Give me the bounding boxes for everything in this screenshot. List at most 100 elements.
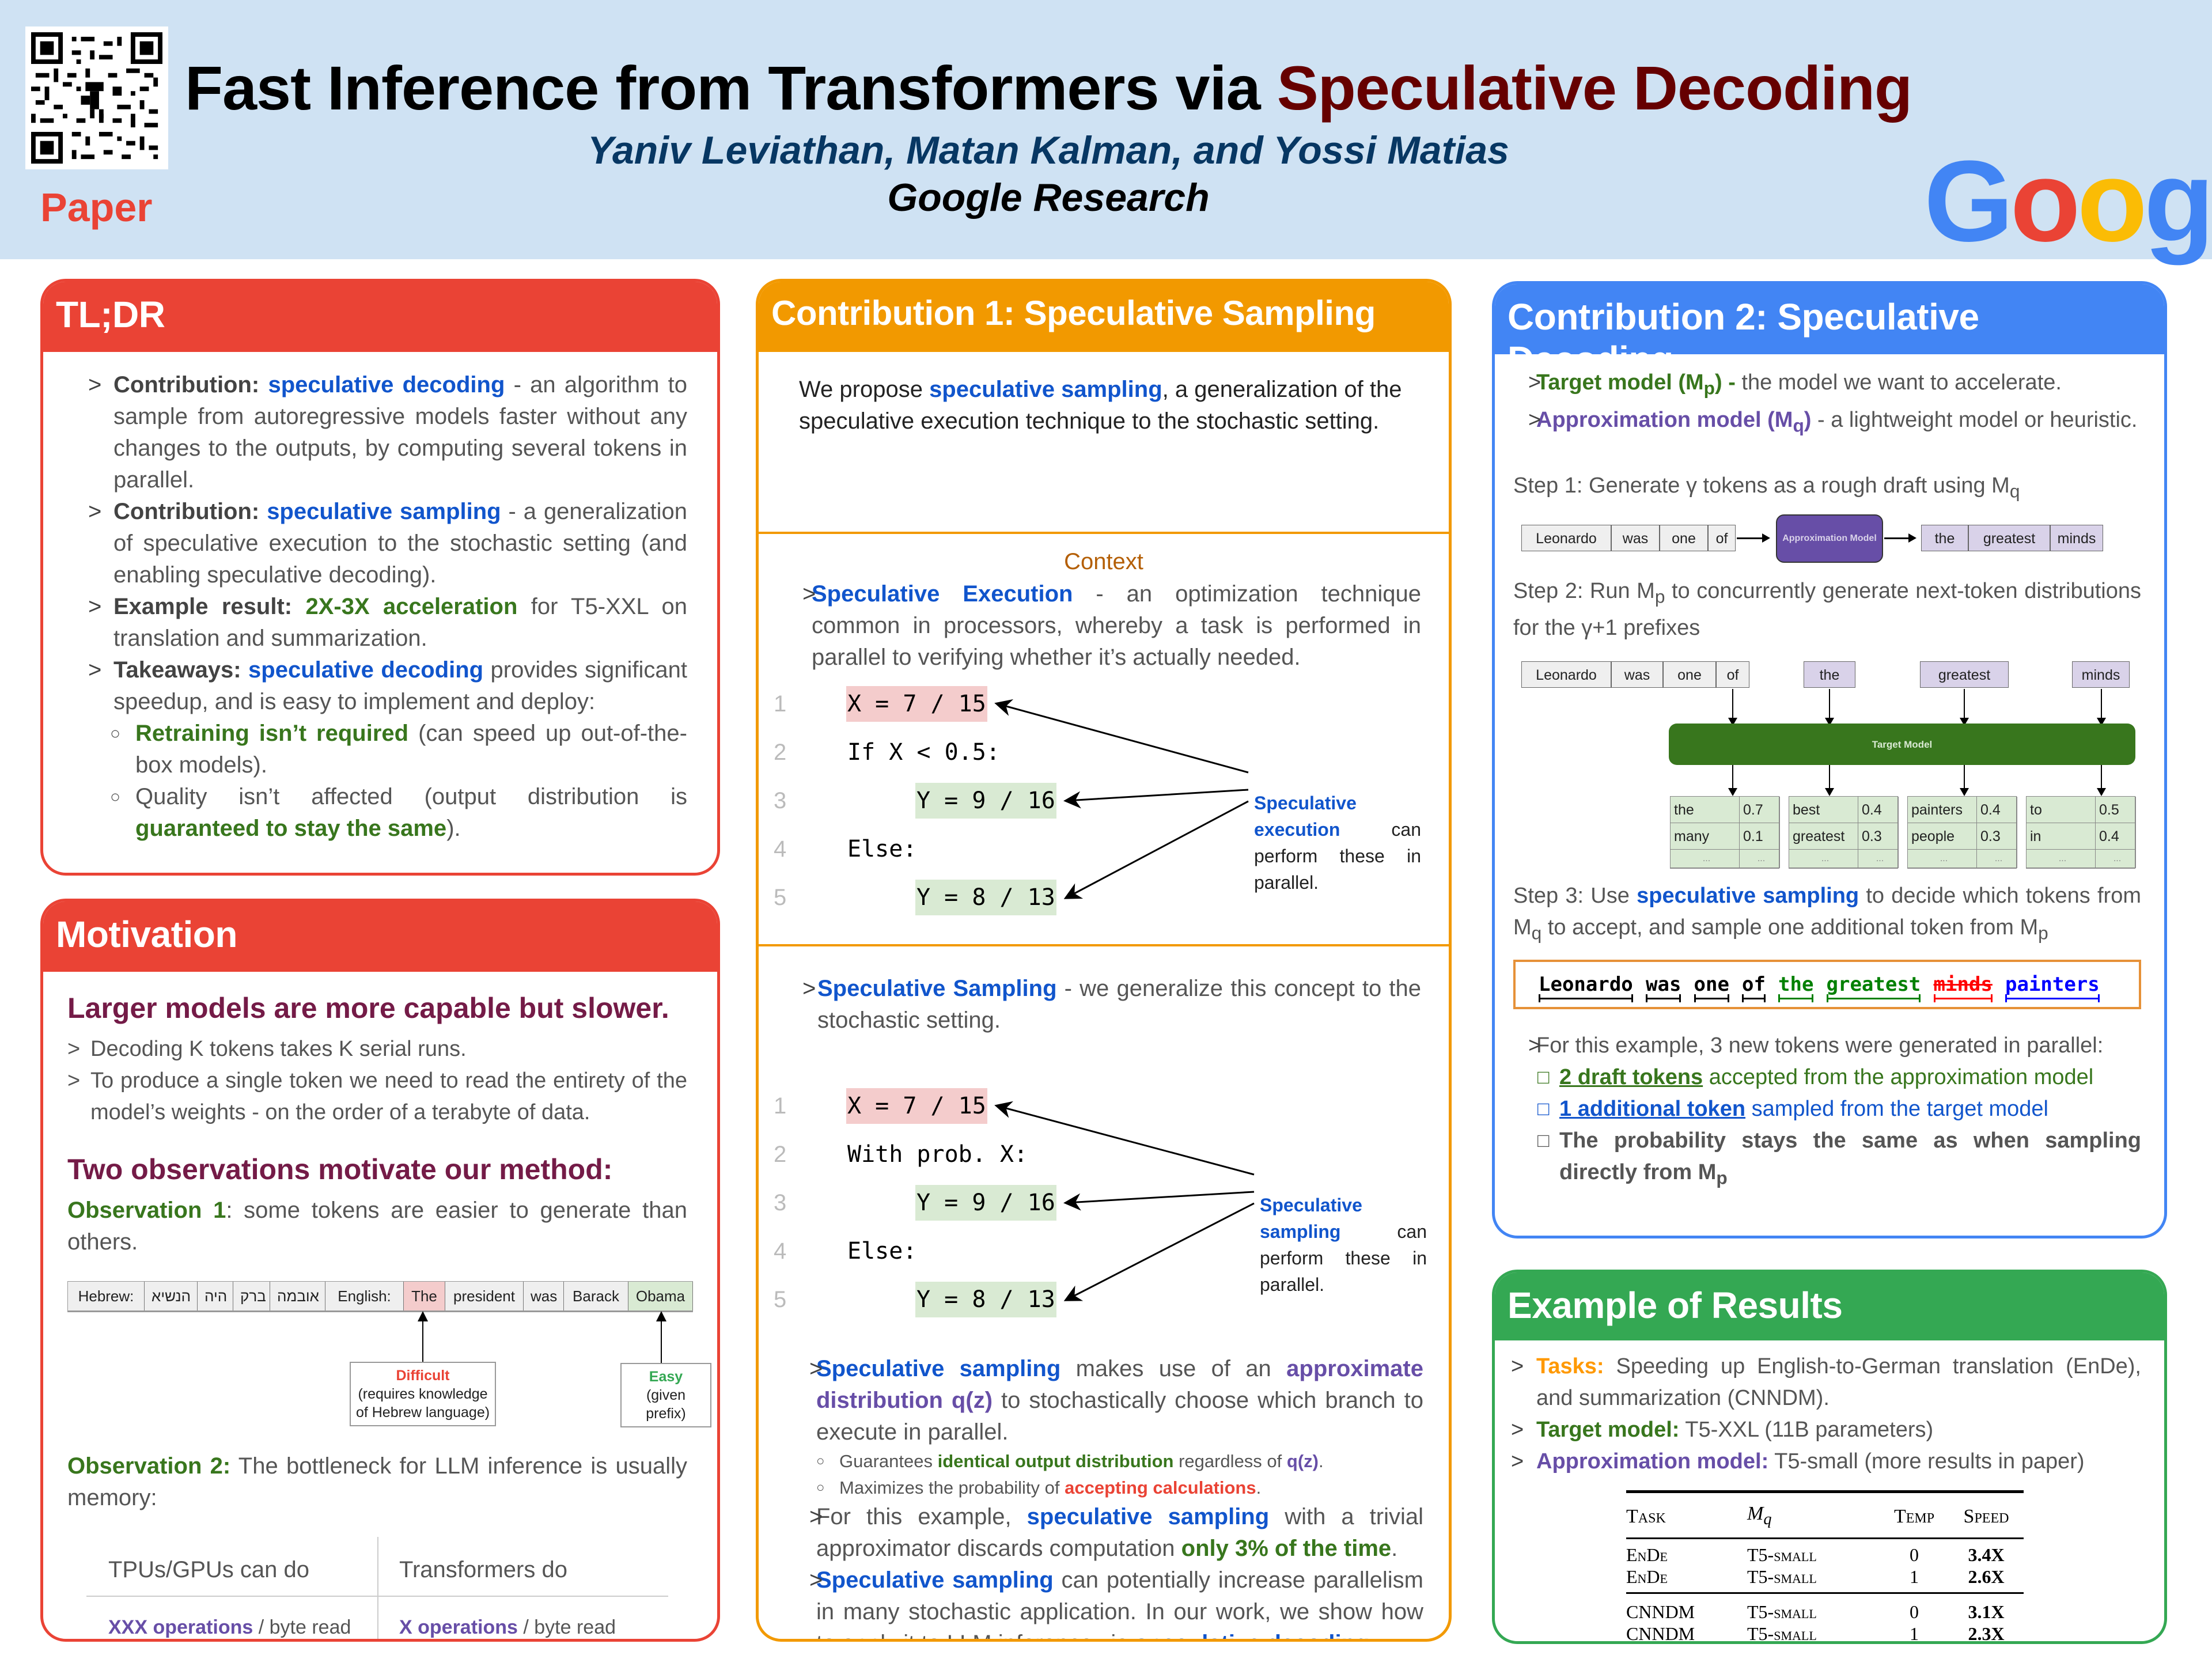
step-sub: q (2009, 480, 2020, 502)
easy-desc: (given prefix) (646, 1387, 686, 1422)
detail-text: Maximizes the probability of (839, 1478, 1065, 1498)
prob-cell: 0.7 (1740, 797, 1780, 824)
detail-bullet: Speculative sampling can potentially inc… (794, 1565, 1423, 1639)
token-span-marker (2005, 994, 2100, 1002)
detail-hl: Speculative sampling (816, 1567, 1054, 1593)
ops-value: XXX operations / byte read (108, 1612, 351, 1639)
motivation-heading: Larger models are more capable but slowe… (67, 992, 669, 1024)
step-sub: p (2038, 922, 2048, 944)
detail-hl: identical output distribution (937, 1451, 1174, 1471)
table-cell: T5-small (1747, 1566, 1817, 1587)
prob-cell: 0.3 (1858, 823, 1899, 850)
arrow-head (1908, 533, 1916, 543)
difficult-label: Difficult (396, 1368, 450, 1384)
tldr-item: Contribution: speculative sampling - a g… (73, 496, 687, 591)
arrow-down-icon (1825, 689, 1834, 726)
arrows (994, 1101, 1255, 1301)
results-bullet: Target model: T5-XXL (11B parameters) (1511, 1414, 2141, 1446)
result-token-accepted: greatest (1826, 969, 1921, 1002)
token-span-marker (1826, 994, 1921, 1002)
token-span-marker (1646, 994, 1681, 1002)
title-main: Fast Inference from Transformers via (184, 53, 1277, 123)
easy-note: Easy (given prefix) (620, 1363, 711, 1427)
result-token-sampled: painters (2005, 969, 2100, 1002)
prob-cell: ... (1977, 850, 2017, 869)
arrow-head (1762, 533, 1770, 543)
draft-token: greatest (1968, 524, 2050, 551)
approx-model-def: Approximation model (Mq) - a lightweight… (1513, 404, 2141, 442)
prefix-token: of (1716, 661, 1749, 688)
draft-token: greatest (1920, 661, 2009, 688)
def-sub: p (1703, 377, 1715, 399)
table-cell: 2.6X (1968, 1566, 2005, 1587)
table-cell: T5-small (1747, 1622, 1880, 1641)
arrow-icon (994, 1101, 1255, 1176)
ops-header: Transformers do (399, 1557, 567, 1582)
result-token-accepted: the (1778, 969, 1814, 1002)
section-divider (759, 944, 1449, 946)
token-cell: אובמה (270, 1282, 325, 1310)
token-span-marker (1778, 994, 1814, 1002)
draft-token: the (1804, 661, 1855, 688)
observation-1: Observation 1: some tokens are easier to… (67, 1195, 687, 1258)
table-cell: EnDe (1626, 1544, 1668, 1565)
hebrew-english-diagram: Hebrew: הנשיא היה ברק אובמה English: The presid… (67, 1281, 711, 1448)
operations-table: TPUs/GPUs can do XXX operations / byte r… (86, 1537, 668, 1639)
logo-letter: G (1924, 137, 2014, 266)
contribution-1-details: Speculative sampling makes use of an app… (759, 1330, 1449, 1639)
tldr-body: Contribution: speculative decoding - an … (43, 352, 717, 856)
result-token-prefix: one (1694, 969, 1730, 1002)
google-logo: Google (1924, 144, 2212, 259)
target-model-def: Target model (Mp) - the model we want to… (1513, 367, 2141, 404)
ops-value-rest: / byte read (253, 1616, 351, 1638)
detail-subitem: Maximizes the probability of accepting c… (794, 1475, 1423, 1501)
contribution-2-body: Target model (Mp) - the model we want to… (1495, 354, 2164, 1194)
summary-subitem: The probability stays the same as when s… (1513, 1125, 2141, 1194)
summary-subitem: 2 draft tokens accepted from the approxi… (1513, 1062, 2141, 1093)
token-cell: הנשיא (145, 1282, 198, 1310)
summary-subitem: 1 additional token sampled from the targ… (1513, 1093, 2141, 1125)
logo-letter: o (2010, 137, 2081, 266)
tldr-item: Takeaways: speculative decoding provides… (73, 654, 687, 718)
distribution-table: to 0.5 in 0.4...... (2026, 796, 2136, 869)
easy-label: Easy (649, 1369, 683, 1385)
def-label: ) (1804, 407, 1812, 432)
result-token-prefix: was (1646, 969, 1681, 1002)
prob-cell: 0.4 (2096, 823, 2136, 850)
tldr-panel: TL;DR Contribution: speculative decoding… (40, 279, 720, 876)
observation-label: Observation 1 (67, 1198, 226, 1223)
def-text: the model we want to accelerate. (1735, 370, 2062, 395)
code-block-sampling: Speculative sampling can perform these i… (759, 1088, 1449, 1330)
step-2: Step 2: Run Mp to concurrently generate … (1513, 575, 2141, 645)
subitem-text: Quality isn’t affected (output distribut… (135, 784, 687, 809)
prob-cell: 0.4 (1977, 797, 2017, 824)
subitem-highlight: guaranteed to stay the same (135, 816, 447, 841)
observation-label: Observation 2: (67, 1453, 231, 1479)
arrow-down-icon (1825, 763, 1834, 797)
detail-bullet: For this example, speculative sampling w… (794, 1501, 1423, 1565)
detail-hl: only 3% of the time (1181, 1536, 1392, 1561)
speculative-sampling-section: Speculative Sampling - we generalize thi… (759, 973, 1449, 1036)
arrow-right-icon (1737, 533, 1770, 543)
summary-bullet: For this example, 3 new tokens were gene… (1513, 1030, 2141, 1062)
results-text: T5-XXL (11B parameters) (1679, 1418, 1934, 1442)
item-highlight: speculative sampling (267, 499, 501, 524)
detail-text: . (1256, 1478, 1262, 1498)
table-cell: 1 (1910, 1566, 1919, 1587)
summary-hl: 1 additional token (1559, 1096, 1746, 1121)
token-span-marker (1694, 994, 1730, 1002)
detail-hl: Speculative sampling (816, 1356, 1061, 1381)
token-cell: best (1789, 797, 1858, 824)
divider (86, 1596, 668, 1597)
intro-highlight: speculative sampling (929, 377, 1162, 402)
contribution-1-title: Contribution 1: Speculative Sampling (759, 282, 1449, 352)
arrow-right-icon (1884, 533, 1916, 543)
def-label: Approximation model (M (1536, 407, 1793, 432)
results-label: Approximation model: (1536, 1449, 1769, 1474)
arrow-down-icon (2097, 689, 2106, 726)
def-label: Target model (M (1536, 370, 1704, 395)
observations-heading: Two observations motivate our method: (67, 1153, 613, 1185)
contribution-2-title: Contribution 2: Speculative Decoding (1495, 284, 2164, 380)
observation-2: Observation 2: The bottleneck for LLM in… (67, 1450, 687, 1514)
detail-hl: speculative decoding (1135, 1631, 1370, 1639)
